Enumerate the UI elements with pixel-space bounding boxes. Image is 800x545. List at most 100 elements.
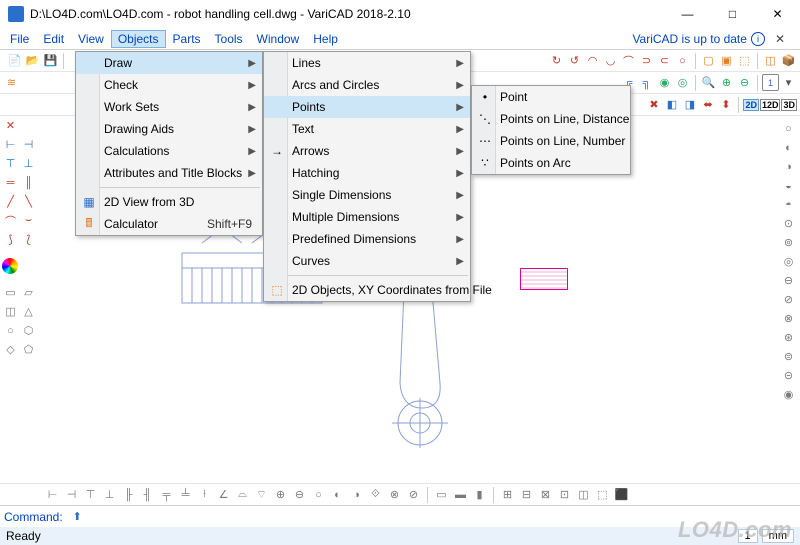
menu-points-arc[interactable]: ∵Points on Arc [472,152,630,174]
close-status-icon[interactable]: ✕ [769,32,791,46]
lt-arc1-icon[interactable]: ⌒ [2,212,19,229]
box2-icon[interactable]: ▣ [718,52,735,69]
rt-5-icon[interactable]: ◓ [780,196,797,213]
menu-predef-dim[interactable]: Predefined Dimensions▶ [264,228,470,250]
bt-1-icon[interactable]: ⊢ [44,486,61,503]
arc2-icon[interactable]: ◡ [602,52,619,69]
box1-icon[interactable]: ▢ [700,52,717,69]
bt-15-icon[interactable]: ○ [310,486,327,503]
rt-12-icon[interactable]: ⊛ [780,329,797,346]
info-icon[interactable]: i [751,32,765,46]
menu-view[interactable]: View [71,30,111,48]
rt-10-icon[interactable]: ⊘ [780,291,797,308]
command-up-icon[interactable]: ⬆ [69,508,86,525]
lt-diag2-icon[interactable]: ╲ [20,193,37,210]
arc5-icon[interactable]: ⊂ [656,52,673,69]
bt-30-icon[interactable]: ⬛ [613,486,630,503]
bt-13-icon[interactable]: ⊕ [272,486,289,503]
save-icon[interactable]: 💾 [42,52,59,69]
menu-objects[interactable]: Objects [111,30,166,48]
menu-points[interactable]: Points▶ [264,96,470,118]
lt-circ-icon[interactable]: ○ [2,322,19,339]
bt-19-icon[interactable]: ⊗ [386,486,403,503]
grid-num-icon[interactable]: 1 [762,74,779,91]
bt-17-icon[interactable]: ◑ [348,486,365,503]
bt-11-icon[interactable]: ⌓ [234,486,251,503]
menu-edit[interactable]: Edit [36,30,71,48]
lt-tri-icon[interactable]: △ [20,303,37,320]
wf2-icon[interactable]: ◨ [681,96,698,113]
bt-2-icon[interactable]: ⊣ [63,486,80,503]
menu-arrows[interactable]: →Arrows▶ [264,140,470,162]
lt-hline-icon[interactable]: ═ [2,174,19,191]
arc4-icon[interactable]: ⊃ [638,52,655,69]
rt-8-icon[interactable]: ◎ [780,253,797,270]
menu-curves[interactable]: Curves▶ [264,250,470,272]
rt-1-icon[interactable]: ○ [780,120,797,137]
bt-24-icon[interactable]: ⊞ [499,486,516,503]
menu-points-number[interactable]: ⋯Points on Line, Number [472,130,630,152]
tool-a4-icon[interactable]: ◎ [674,74,691,91]
rotate2-icon[interactable]: ↺ [566,52,583,69]
menu-calculator[interactable]: 🖩CalculatorShift+F9 [76,213,262,235]
open-file-icon[interactable]: 📂 [24,52,41,69]
lt-misc2-icon[interactable]: ⬠ [20,341,37,358]
bt-3-icon[interactable]: ⊤ [82,486,99,503]
lt-arc2-icon[interactable]: ⌣ [20,212,37,229]
lt-misc1-icon[interactable]: ◇ [2,341,19,358]
del-icon[interactable]: ✖ [645,96,662,113]
menu-attributes[interactable]: Attributes and Title Blocks▶ [76,162,262,184]
menu-calculations[interactable]: Calculations▶ [76,140,262,162]
menu-help[interactable]: Help [306,30,345,48]
menu-points-distance[interactable]: ⋱Points on Line, Distance [472,108,630,130]
menu-draw[interactable]: Draw▶ [76,52,262,74]
box4-icon[interactable]: ◫ [762,52,779,69]
lt-diag1-icon[interactable]: ╱ [2,193,19,210]
wf3-icon[interactable]: ⬌ [699,96,716,113]
menu-tools[interactable]: Tools [208,30,250,48]
rt-4-icon[interactable]: ◒ [780,177,797,194]
tool-a2-icon[interactable]: ╗ [638,74,655,91]
bt-6-icon[interactable]: ╢ [139,486,156,503]
lt-vline-icon[interactable]: ║ [20,174,37,191]
rt-6-icon[interactable]: ⊙ [780,215,797,232]
menu-2d-from-file[interactable]: ⬚2D Objects, XY Coordinates from File [264,279,470,301]
layers-icon[interactable]: ≋ [3,74,20,91]
wf1-icon[interactable]: ◧ [663,96,680,113]
bt-22-icon[interactable]: ▬ [452,486,469,503]
box5-icon[interactable]: 📦 [780,52,797,69]
rt-2-icon[interactable]: ◐ [780,139,797,156]
bt-20-icon[interactable]: ⊘ [405,486,422,503]
bt-5-icon[interactable]: ╟ [120,486,137,503]
lt-curve2-icon[interactable]: ⟅ [20,231,37,248]
menu-parts[interactable]: Parts [166,30,208,48]
lt-x-icon[interactable]: ✕ [2,117,19,134]
lt-seg2-icon[interactable]: ⊣ [20,136,37,153]
lt-ext-icon[interactable]: ⊥ [20,155,37,172]
bt-18-icon[interactable]: ⟐ [367,486,384,503]
menu-single-dim[interactable]: Single Dimensions▶ [264,184,470,206]
bt-9-icon[interactable]: ⟊ [196,486,213,503]
rotate-icon[interactable]: ↻ [548,52,565,69]
rt-13-icon[interactable]: ⊜ [780,348,797,365]
maximize-button[interactable]: □ [710,0,755,28]
menu-window[interactable]: Window [250,30,307,48]
bt-12-icon[interactable]: ⌔ [253,486,270,503]
rt-3-icon[interactable]: ◑ [780,158,797,175]
rt-9-icon[interactable]: ⊖ [780,272,797,289]
zoom-out-icon[interactable]: ⊖ [736,74,753,91]
menu-file[interactable]: File [3,30,36,48]
mode-12d-button[interactable]: 12D [760,99,781,111]
rt-11-icon[interactable]: ⊗ [780,310,797,327]
zoom-in-icon[interactable]: ⊕ [718,74,735,91]
bt-4-icon[interactable]: ⊥ [101,486,118,503]
menu-lines[interactable]: Lines▶ [264,52,470,74]
minimize-button[interactable]: — [665,0,710,28]
menu-point[interactable]: •Point [472,86,630,108]
menu-text[interactable]: Text▶ [264,118,470,140]
bt-8-icon[interactable]: ╧ [177,486,194,503]
zoom-fit-icon[interactable]: 🔍 [700,74,717,91]
wf4-icon[interactable]: ⬍ [717,96,734,113]
bt-28-icon[interactable]: ◫ [575,486,592,503]
menu-drawing-aids[interactable]: Drawing Aids▶ [76,118,262,140]
